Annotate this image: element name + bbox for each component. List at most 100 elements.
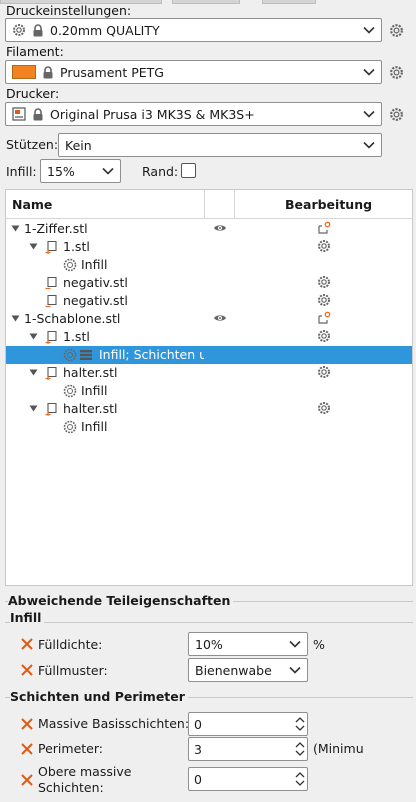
lock-icon [42,65,54,79]
object-settings-icon[interactable] [317,221,331,235]
spin-arrows-icon[interactable] [293,713,307,735]
top-layers-spinner[interactable]: 0 [188,767,308,791]
tab-stub-2[interactable] [172,0,240,4]
supports-value: Kein [65,137,92,153]
tree-row-label: halter.stl [63,365,118,380]
print-settings-combo[interactable]: 0.20mm QUALITY [5,18,382,42]
printer-label: Drucker: [6,86,60,101]
fill-pattern-value: Bienenwabe [195,662,272,678]
remove-setting-icon[interactable] [20,637,34,651]
perimeters-note: (Minimu [313,741,364,756]
supports-combo[interactable]: Kein [58,133,382,157]
part-icon [45,330,57,344]
chevron-down-icon [287,636,303,652]
tree-row-part[interactable]: 1.stl [6,328,412,346]
negative-volume-icon [45,276,57,290]
expand-arrow-icon[interactable] [29,332,38,341]
expand-arrow-icon[interactable] [29,368,38,377]
tree-row-part[interactable]: negativ.stl [6,274,412,292]
bottom-layers-spinner[interactable]: 0 [188,712,308,736]
lock-icon [32,107,44,121]
expand-arrow-icon[interactable] [11,224,20,233]
eye-icon[interactable] [213,313,227,323]
print-settings-value: 0.20mm QUALITY [50,22,160,38]
column-divider [204,190,205,218]
layers-icon [80,350,92,360]
tree-row-label: 1-Ziffer.stl [24,221,88,236]
tab-stub-3[interactable] [262,0,316,4]
bottom-layers-label: Massive Basisschichten: [38,716,190,731]
spin-arrows-icon[interactable] [293,768,307,790]
infill-icon [63,384,77,398]
print-settings-label: Druckeinstellungen: [6,3,132,18]
brim-checkbox[interactable] [181,163,196,178]
chevron-down-icon [287,662,303,678]
remove-setting-icon[interactable] [20,742,34,756]
remove-setting-icon[interactable] [20,773,34,787]
tree-row-setting[interactable]: Infill [6,418,412,436]
tree-row-label: Infill [81,383,108,398]
tree-row-setting[interactable]: Infill [6,256,412,274]
layers-group-title: Schichten und Perimeter [10,689,188,704]
lock-icon [32,23,44,37]
bottom-layers-value: 0 [194,716,202,732]
expand-arrow-icon[interactable] [29,242,38,251]
perimeters-value: 3 [194,741,202,757]
divider [5,622,413,623]
gear-icon[interactable] [317,401,331,415]
column-editing[interactable]: Bearbeitung [285,197,372,212]
perimeters-label: Perimeter: [38,741,103,756]
tree-row-object[interactable]: 1-Ziffer.stl [6,220,412,238]
expand-arrow-icon[interactable] [29,404,38,413]
gear-icon[interactable] [317,293,331,307]
tree-row-label: Infill [81,419,108,434]
column-name[interactable]: Name [12,197,52,212]
fill-density-label: Fülldichte: [38,637,103,652]
tree-row-part[interactable]: negativ.stl [6,292,412,310]
supports-label: Stützen: [6,137,59,152]
perimeters-spinner[interactable]: 3 [188,737,308,761]
chevron-down-icon [361,64,377,80]
fill-density-combo[interactable]: 10% [188,632,308,656]
print-settings-edit-gear-icon[interactable] [388,22,404,38]
tree-row-part[interactable]: halter.stl [6,400,412,418]
print-settings-gear-icon [12,23,26,37]
filament-color-swatch [12,65,36,79]
gear-icon[interactable] [317,275,331,289]
chevron-down-icon [361,137,377,153]
gear-icon[interactable] [317,329,331,343]
column-divider [234,190,235,218]
gear-icon[interactable] [317,365,331,379]
chevron-down-icon [100,163,116,179]
filament-combo[interactable]: Prusament PETG [5,60,382,84]
spin-arrows-icon[interactable] [293,738,307,760]
expand-arrow-icon[interactable] [11,314,20,323]
tree-row-part[interactable]: halter.stl [6,364,412,382]
infill-icon [63,420,77,434]
part-icon [45,402,57,416]
part-properties-title: Abweichende Teileigenschaften [8,593,234,608]
tree-row-part[interactable]: 1.stl [6,238,412,256]
filament-edit-gear-icon[interactable] [388,64,404,80]
object-list[interactable]: Name Bearbeitung 1-Ziffer.stl 1.stl Infi… [5,189,413,586]
infill-icon [63,348,77,362]
tree-row-label: Infill; Schichten ur [99,347,204,362]
top-layers-label-line2: Schichten: [38,780,104,795]
infill-label: Infill: [6,164,37,179]
eye-icon[interactable] [213,223,227,233]
remove-setting-icon[interactable] [20,663,34,677]
tree-row-setting-selected[interactable]: Infill; Schichten ur [6,346,412,364]
object-settings-icon[interactable] [317,311,331,325]
printer-edit-gear-icon[interactable] [388,106,404,122]
tree-row-object[interactable]: 1-Schablone.stl [6,310,412,328]
gear-icon[interactable] [317,239,331,253]
fill-pattern-combo[interactable]: Bienenwabe [188,658,308,682]
chevron-down-icon [361,22,377,38]
infill-group-title: Infill [10,610,45,625]
tree-row-label: Infill [81,257,108,272]
fill-density-value: 10% [195,636,223,652]
infill-combo[interactable]: 15% [40,159,121,183]
tree-row-setting[interactable]: Infill [6,382,412,400]
remove-setting-icon[interactable] [20,717,34,731]
printer-combo[interactable]: Original Prusa i3 MK3S & MK3S+ [5,102,382,126]
